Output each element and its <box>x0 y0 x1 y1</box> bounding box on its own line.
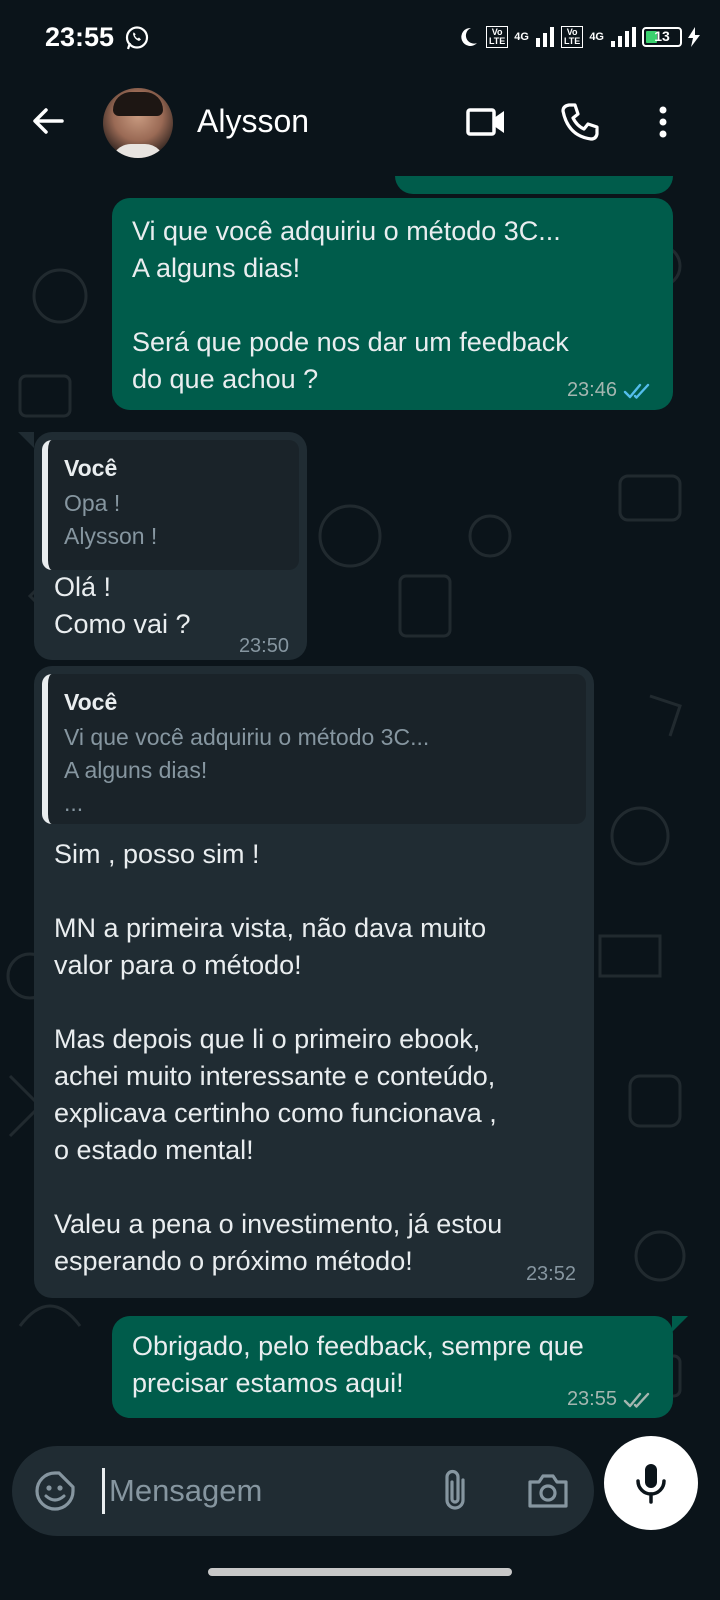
read-receipt-icon <box>623 383 650 399</box>
status-icons: Vo LTE 4G Vo LTE 4G 13 <box>456 22 700 52</box>
charging-icon <box>688 27 700 47</box>
battery-level: 13 <box>654 28 670 44</box>
signal-icon-2 <box>611 27 636 47</box>
chat-area[interactable]: Vi que você adquiriu o método 3C... A al… <box>0 176 720 1436</box>
network-type-label: 4G <box>514 31 529 43</box>
message-bubble-outgoing[interactable]: Vi que você adquiriu o método 3C... A al… <box>112 198 673 410</box>
battery-icon: 13 <box>642 27 682 47</box>
network-type-label-2: 4G <box>589 31 604 43</box>
quoted-message[interactable]: Você Opa ! Alysson ! <box>42 440 299 570</box>
system-navigation-bar <box>0 1556 720 1600</box>
contact-avatar[interactable] <box>103 88 173 158</box>
status-bar: 23:55 Vo LTE 4G Vo LTE 4G 13 <box>0 0 720 78</box>
message-text: Vi que você adquiriu o método 3C... A al… <box>132 216 569 394</box>
bubble-tail <box>18 432 34 448</box>
home-gesture-handle[interactable] <box>208 1568 512 1576</box>
attach-icon[interactable] <box>437 1468 473 1514</box>
signal-icon <box>535 27 554 47</box>
message-bubble-incoming[interactable]: Você Vi que você adquiriu o método 3C...… <box>34 666 594 1298</box>
message-bubble-incoming[interactable]: Você Opa ! Alysson ! Olá ! Como vai ? 23… <box>34 432 307 660</box>
message-text: Sim , posso sim ! MN a primeira vista, n… <box>54 839 503 1276</box>
more-options-icon[interactable] <box>641 100 685 144</box>
message-time: 23:55 <box>566 1388 617 1410</box>
message-meta: 23:50 <box>239 628 289 665</box>
camera-icon[interactable] <box>526 1470 570 1510</box>
voice-message-button[interactable] <box>604 1436 698 1530</box>
video-call-icon[interactable] <box>464 100 508 144</box>
message-bubble-partial[interactable] <box>395 176 673 194</box>
message-bubble-outgoing[interactable]: Obrigado, pelo feedback, sempre que prec… <box>112 1316 673 1418</box>
composer-pill[interactable] <box>12 1446 594 1536</box>
message-composer <box>0 1436 720 1556</box>
quote-text: Vi que você adquiriu o método 3C... A al… <box>64 724 430 816</box>
quoted-message[interactable]: Você Vi que você adquiriu o método 3C...… <box>42 674 586 824</box>
message-time: 23:50 <box>238 635 289 657</box>
message-meta: 23:52 <box>526 1256 576 1293</box>
status-time: 23:55 <box>45 22 115 52</box>
moon-icon <box>461 27 477 46</box>
delivered-receipt-icon <box>623 1392 650 1408</box>
microphone-icon <box>636 1464 666 1504</box>
quote-author: Você <box>64 455 118 481</box>
quote-text: Opa ! Alysson ! <box>64 490 158 549</box>
back-arrow-icon[interactable] <box>28 101 68 141</box>
bubble-tail <box>672 1316 688 1332</box>
contact-name[interactable]: Alysson <box>197 103 309 140</box>
message-input[interactable] <box>102 1468 411 1514</box>
message-text: Olá ! Como vai ? <box>54 572 191 639</box>
volte-badge-2: Vo LTE <box>560 26 584 48</box>
quote-author: Você <box>64 689 118 715</box>
voice-call-icon[interactable] <box>558 100 602 144</box>
whatsapp-notification-icon <box>125 26 149 50</box>
message-meta: 23:46 <box>567 372 655 409</box>
message-meta: 23:55 <box>567 1381 655 1418</box>
volte-badge: Vo LTE <box>485 26 509 48</box>
message-time: 23:46 <box>566 379 617 401</box>
chat-header: Alysson <box>0 78 720 176</box>
sticker-emoji-icon[interactable] <box>34 1470 76 1512</box>
message-time: 23:52 <box>525 1263 576 1285</box>
